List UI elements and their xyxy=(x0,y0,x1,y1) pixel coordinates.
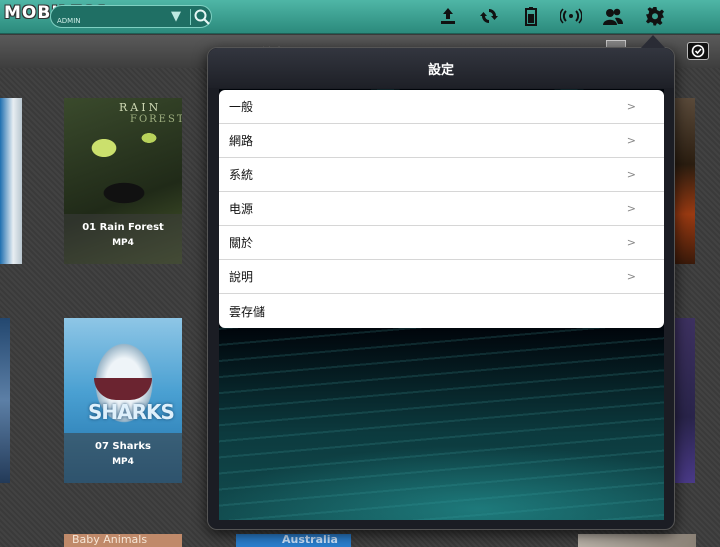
settings-item-help[interactable]: 說明 > xyxy=(219,260,664,294)
gear-icon[interactable] xyxy=(642,4,668,28)
select-check-icon[interactable] xyxy=(687,42,709,60)
settings-content: 一般 > 網路 > 系統 > 电源 > 關於 > 說明 > 雲存儲 xyxy=(219,89,664,520)
chevron-right-icon: > xyxy=(626,270,636,283)
settings-item-general[interactable]: 一般 > xyxy=(219,90,664,124)
settings-menu: 一般 > 網路 > 系統 > 电源 > 關於 > 說明 > 雲存儲 xyxy=(219,90,664,328)
settings-item-label: 網路 xyxy=(229,134,254,148)
tile-art-text: RAIN xyxy=(119,101,162,114)
upload-icon[interactable] xyxy=(435,4,461,28)
settings-item-label: 關於 xyxy=(229,236,254,250)
tile-art-text: Australia xyxy=(282,534,338,546)
search-icon[interactable] xyxy=(193,8,211,26)
settings-item-power[interactable]: 电源 > xyxy=(219,192,664,226)
media-tile[interactable]: SHARKS 07 Sharks MP4 xyxy=(64,318,182,483)
sync-icon[interactable] xyxy=(476,4,502,28)
media-tile-partial[interactable]: Australia xyxy=(236,534,351,547)
users-icon[interactable] xyxy=(600,4,626,28)
chevron-right-icon: > xyxy=(626,236,636,249)
chevron-right-icon: > xyxy=(626,168,636,181)
settings-item-about[interactable]: 關於 > xyxy=(219,226,664,260)
top-toolbar: MOBILE01 ADMIN ▼ xyxy=(0,0,720,34)
settings-item-label: 系統 xyxy=(229,168,254,182)
settings-title: 設定 xyxy=(208,48,674,88)
tile-title: 07 Sharks xyxy=(94,441,151,452)
chevron-right-icon: > xyxy=(626,100,636,113)
settings-item-label: 雲存儲 xyxy=(229,304,266,319)
tile-caption: 07 Sharks MP4 xyxy=(64,433,182,483)
tile-title: 01 Rain Forest xyxy=(82,222,164,233)
logo-subtitle: ADMIN xyxy=(57,17,81,25)
search-separator xyxy=(190,9,191,25)
search-input[interactable]: ADMIN ▼ xyxy=(50,5,212,28)
settings-item-cloud-storage[interactable]: 雲存儲 xyxy=(219,294,664,328)
media-tile-partial[interactable] xyxy=(0,318,10,483)
tile-format: MP4 xyxy=(112,238,134,248)
popover-arrow xyxy=(640,35,666,49)
tile-art-text: FOREST xyxy=(130,114,182,125)
media-tile-partial[interactable]: Baby Animals xyxy=(64,534,182,547)
settings-item-label: 电源 xyxy=(229,202,254,216)
wireless-icon[interactable] xyxy=(558,4,584,28)
battery-icon[interactable] xyxy=(518,4,544,28)
settings-item-network[interactable]: 網路 > xyxy=(219,124,664,158)
media-tile-partial[interactable] xyxy=(578,534,696,547)
media-tile[interactable]: RAIN FOREST 01 Rain Forest MP4 xyxy=(64,98,182,264)
settings-item-system[interactable]: 系統 > xyxy=(219,158,664,192)
media-tile-partial[interactable] xyxy=(675,318,695,483)
tile-art-text: SHARKS xyxy=(88,400,175,424)
chevron-down-icon[interactable]: ▼ xyxy=(171,9,181,24)
chevron-right-icon: > xyxy=(626,202,636,215)
chevron-right-icon: > xyxy=(626,134,636,147)
tile-caption: 01 Rain Forest MP4 xyxy=(64,214,182,264)
tile-format: MP4 xyxy=(112,457,134,467)
settings-item-label: 一般 xyxy=(229,100,254,114)
settings-popover: 設定 一般 > 網路 > 系統 > 电源 > 關於 > 說明 > 雲存儲 xyxy=(207,35,675,530)
settings-item-label: 說明 xyxy=(229,270,254,284)
media-tile-partial[interactable] xyxy=(675,98,695,264)
tile-art-text: Baby Animals xyxy=(72,534,148,546)
media-tile-partial[interactable] xyxy=(0,98,22,264)
